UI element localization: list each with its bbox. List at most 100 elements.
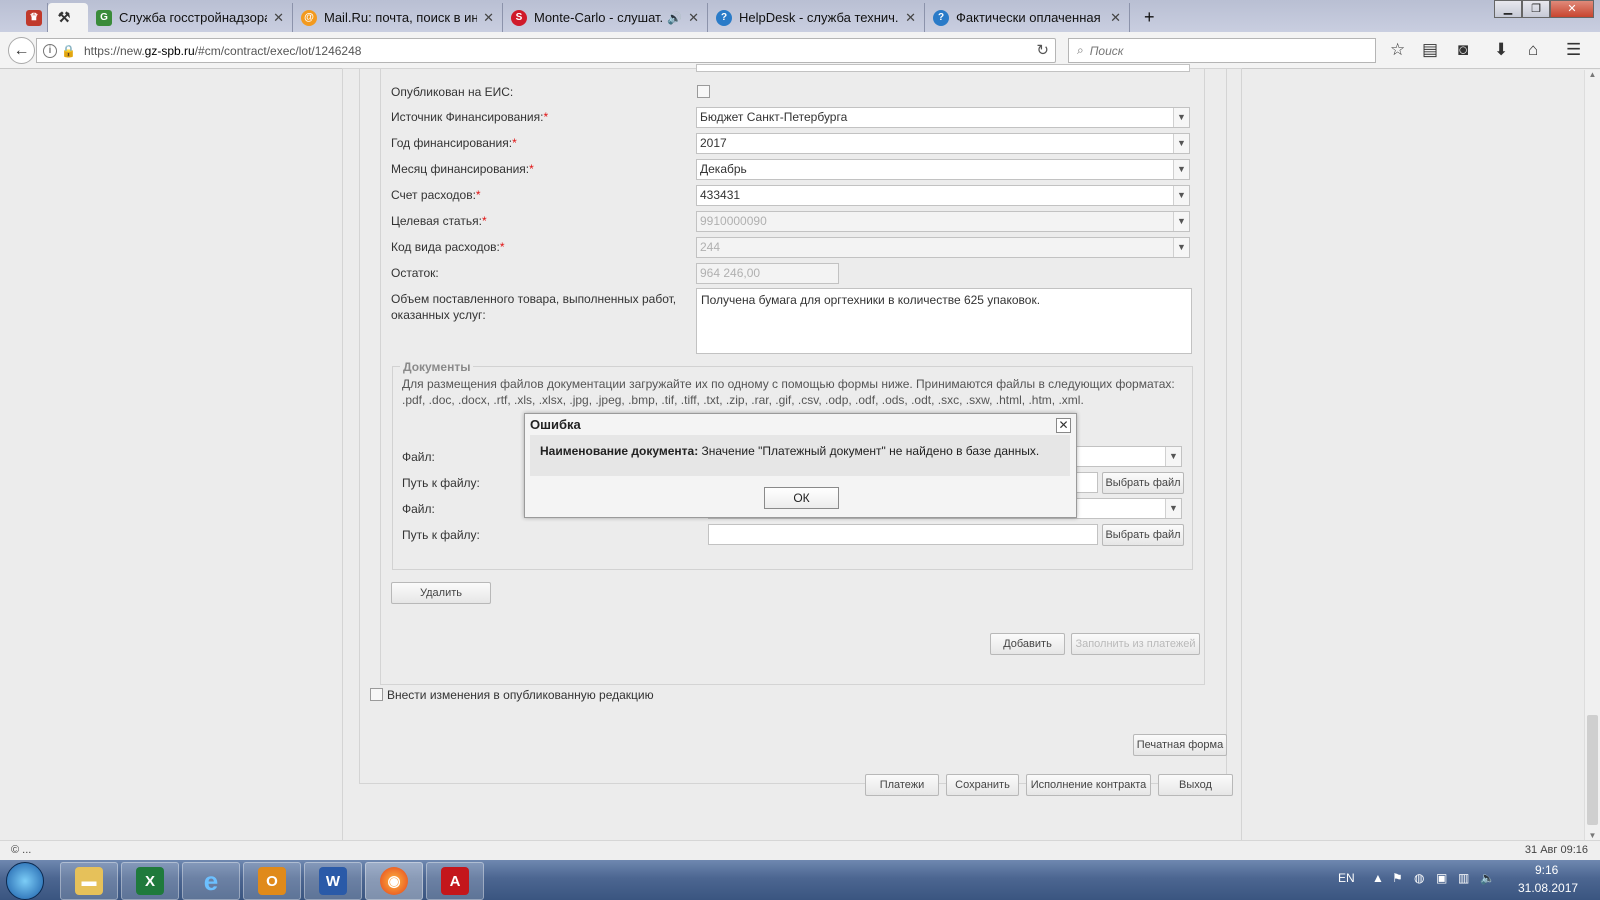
scroll-up-icon[interactable]: ▲ (1585, 70, 1600, 79)
search-input[interactable]: ⌕ Поиск (1068, 38, 1376, 63)
taskbar-firefox[interactable]: ◉ (365, 862, 423, 900)
scroll-down-icon[interactable]: ▼ (1585, 831, 1600, 840)
ok-button[interactable]: ОК (764, 487, 839, 509)
taskbar-ie[interactable]: e (182, 862, 240, 900)
back-arrow-icon[interactable]: ← (8, 37, 35, 64)
expense-account-select[interactable]: 433431 ▼ (696, 185, 1190, 206)
bookmark-star-icon[interactable]: ☆ (1390, 40, 1405, 60)
expense-type-value: 244 (700, 240, 721, 254)
update-icon[interactable]: ◍ (1414, 871, 1424, 885)
tab-title: Monte-Carlo - слушат... (534, 10, 664, 25)
balance-label: Остаток: (391, 266, 439, 280)
download-icon[interactable]: ⬇ (1494, 40, 1508, 60)
scrollbar-thumb[interactable] (1587, 715, 1598, 825)
published-eis-checkbox[interactable] (697, 85, 710, 98)
tab-close-icon[interactable]: ✕ (483, 10, 494, 26)
volume-textarea[interactable]: Получена бумага для оргтехники в количес… (696, 288, 1192, 354)
taskbar-word[interactable]: W (304, 862, 362, 900)
close-icon[interactable]: ✕ (1056, 418, 1071, 433)
payments-button[interactable]: Платежи (865, 774, 939, 796)
restore-icon[interactable]: ❐ (1522, 0, 1550, 18)
home-icon[interactable]: ⌂ (1528, 40, 1538, 60)
taskbar-explorer[interactable]: ▬ (60, 862, 118, 900)
chevron-down-icon[interactable]: ▼ (1173, 134, 1189, 153)
menu-icon[interactable]: ☰ (1566, 40, 1581, 60)
chevron-down-icon[interactable]: ▼ (1165, 447, 1181, 466)
mailru-icon: @ (301, 9, 317, 26)
reading-list-icon[interactable]: ▤ (1422, 40, 1438, 60)
amend-published-checkbox[interactable] (370, 688, 383, 701)
chevron-down-icon[interactable]: ▼ (1173, 108, 1189, 127)
taskbar-outlook[interactable]: O (243, 862, 301, 900)
close-window-icon[interactable]: ✕ (1550, 0, 1594, 18)
funding-year-value: 2017 (700, 136, 727, 150)
tab-helpdesk[interactable]: ? HelpDesk - служба технич... ✕ (708, 3, 925, 32)
flag-icon[interactable]: ⚑ (1392, 871, 1403, 885)
path-label-2: Путь к файлу: (402, 528, 480, 542)
network-icon[interactable]: ▥ (1458, 871, 1469, 885)
chevron-down-icon[interactable]: ▼ (1173, 160, 1189, 179)
contract-execution-button[interactable]: Исполнение контракта (1026, 774, 1151, 796)
tab-close-icon[interactable]: ✕ (905, 10, 916, 26)
acrobat-icon: A (441, 867, 469, 895)
target-article-value: 9910000090 (700, 214, 767, 228)
exit-button[interactable]: Выход (1158, 774, 1233, 796)
chevron-down-icon[interactable]: ▼ (1165, 499, 1181, 518)
expense-type-label: Код вида расходов:* (391, 240, 505, 254)
device-icon[interactable]: ▣ (1436, 871, 1447, 885)
tab-close-icon[interactable]: ✕ (273, 10, 284, 26)
funding-year-select[interactable]: 2017 ▼ (696, 133, 1190, 154)
funding-source-select[interactable]: Бюджет Санкт-Петербурга ▼ (696, 107, 1190, 128)
documents-legend: Документы (400, 360, 474, 374)
funding-year-label: Год финансирования:* (391, 136, 517, 150)
path-input-2[interactable] (708, 524, 1098, 545)
tab-close-icon[interactable]: ✕ (1110, 10, 1121, 26)
tab-title: Служба госстройнадзора ... (119, 10, 268, 25)
choose-file-button-2[interactable]: Выбрать файл (1102, 524, 1184, 546)
tab-actually-paid[interactable]: ? Фактически оплаченная с... ✕ (925, 3, 1130, 32)
add-button[interactable]: Добавить (990, 633, 1065, 655)
tab-close-icon[interactable]: ✕ (688, 10, 699, 26)
chevron-down-icon[interactable]: ▼ (1173, 186, 1189, 205)
helpdesk-icon: ? (933, 9, 949, 26)
amend-published-label: Внести изменения в опубликованную редакц… (387, 688, 654, 702)
expense-account-text: Счет расходов: (391, 188, 476, 202)
required-mark: * (543, 110, 549, 124)
tab-pinned-gz[interactable]: ♛ (18, 3, 48, 32)
file-label-1: Файл: (402, 450, 435, 464)
tab-monte-carlo[interactable]: S Monte-Carlo - слушат... 🔊 ✕ (503, 3, 708, 32)
volume-icon[interactable]: 🔈 (1480, 871, 1495, 885)
tab-active[interactable]: ⚒ (48, 3, 88, 32)
choose-file-button-1[interactable]: Выбрать файл (1102, 472, 1184, 494)
tab-mailru[interactable]: @ Mail.Ru: почта, поиск в ин... ✕ (293, 3, 503, 32)
info-icon[interactable]: i (43, 43, 57, 58)
dialog-title: Ошибка (530, 417, 581, 432)
taskbar-acrobat[interactable]: A (426, 862, 484, 900)
tray-expand-icon[interactable]: ▲ (1372, 871, 1384, 885)
top-field-partial[interactable] (696, 64, 1190, 72)
tab-gosstroynadzor[interactable]: G Служба госстройнадзора ... ✕ (88, 3, 293, 32)
reload-icon[interactable]: ↻ (1036, 41, 1049, 59)
required-mark: * (512, 136, 517, 150)
url-bar[interactable]: i 🔒 https://new. gz-spb.ru/#cm/contract/e… (36, 38, 1056, 63)
delete-button[interactable]: Удалить (391, 582, 491, 604)
status-bar: © ... 31 Авг 09:16 (0, 840, 1600, 860)
helpdesk-icon: ? (716, 9, 732, 26)
language-indicator[interactable]: EN (1338, 871, 1355, 885)
save-button[interactable]: Сохранить (946, 774, 1019, 796)
dialog-message-field: Наименование документа: (540, 444, 699, 458)
minimize-icon[interactable]: ▁ (1494, 0, 1522, 18)
clock-time[interactable]: 9:16 (1535, 863, 1558, 877)
pocket-icon[interactable]: ◙ (1458, 40, 1468, 60)
print-form-button[interactable]: Печатная форма (1133, 734, 1227, 756)
start-button[interactable] (6, 862, 44, 900)
speaker-icon[interactable]: 🔊 (667, 11, 682, 25)
clock-date[interactable]: 31.08.2017 (1518, 881, 1578, 895)
taskbar-excel[interactable]: X (121, 862, 179, 900)
expense-type-select: 244 ▼ (696, 237, 1190, 258)
new-tab-button[interactable]: + (1136, 3, 1166, 32)
funding-month-select[interactable]: Декабрь ▼ (696, 159, 1190, 180)
fill-from-payments-button: Заполнить из платежей (1071, 633, 1200, 655)
volume-label-line2: оказанных услуг: (391, 308, 486, 322)
page-scrollbar[interactable]: ▲ ▼ (1584, 70, 1600, 840)
